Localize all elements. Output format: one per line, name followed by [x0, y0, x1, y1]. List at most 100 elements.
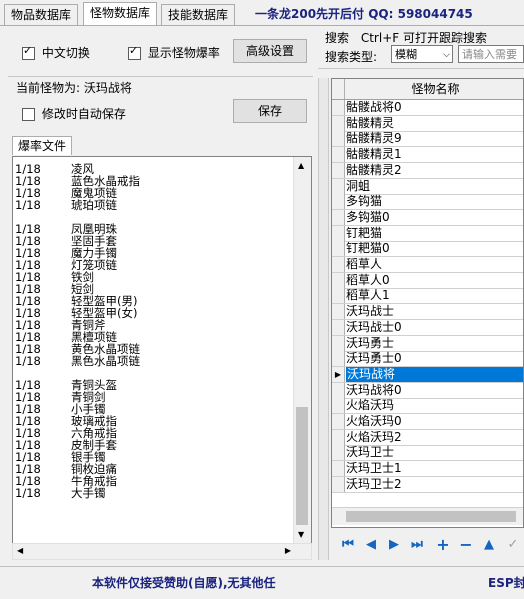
grid-scroll-thumb[interactable]: [346, 511, 516, 522]
scroll-up-icon[interactable]: ▲: [298, 161, 304, 170]
scroll-left-icon[interactable]: ◀: [17, 546, 23, 555]
drop-line: 1/18 黑色水晶项链: [13, 355, 311, 367]
drop-line: 1/18 灯笼项链: [13, 259, 311, 271]
monster-row[interactable]: 骷髅战将0: [332, 100, 523, 116]
monster-row[interactable]: 骷髅精灵2: [332, 162, 523, 179]
row-indicator: [332, 178, 345, 194]
divider: [8, 76, 313, 77]
drop-line: 1/18 短剑: [13, 283, 311, 295]
tab-monsters[interactable]: 怪物数据库: [83, 2, 158, 26]
monster-row[interactable]: 钉耙猫: [332, 225, 523, 242]
auto-save-checkbox[interactable]: 修改时自动保存: [22, 105, 126, 122]
monster-row[interactable]: 洞蛆: [332, 178, 523, 195]
row-indicator: [332, 225, 345, 241]
monster-name: 骷髅战将0: [346, 100, 402, 114]
grid-corner: [332, 79, 345, 99]
delete-icon[interactable]: −: [458, 537, 474, 553]
horizontal-scrollbar[interactable]: ◀ ▶: [12, 543, 312, 560]
drop-file-textarea[interactable]: 1/18 凌风 1/18 蓝色水晶戒指 1/18 魔鬼项链 1/18 琥珀项链 1/18 凤凰明…: [12, 156, 312, 544]
monster-row[interactable]: 稻草人: [332, 257, 523, 273]
splitter[interactable]: [318, 78, 329, 560]
row-indicator: [332, 100, 345, 115]
monster-name: 沃玛战士: [346, 304, 395, 319]
show-drops-checkbox[interactable]: 显示怪物爆率: [128, 44, 220, 61]
promo-text: 一条龙200先开后付 QQ: 598044745: [255, 7, 473, 21]
chinese-switch-label: 中文切换: [41, 46, 90, 60]
first-icon[interactable]: ⏮: [340, 537, 356, 553]
scroll-down-icon[interactable]: ▼: [298, 530, 304, 539]
monster-row[interactable]: 钉耙猫0: [332, 241, 523, 258]
monster-name: 稻草人: [346, 257, 383, 271]
monster-row[interactable]: 火焰沃玛: [332, 398, 523, 415]
monster-row[interactable]: 沃玛卫士: [332, 445, 523, 462]
row-indicator: [332, 115, 345, 131]
drop-rate: 1/18: [15, 486, 41, 500]
monster-row[interactable]: 火焰沃玛2: [332, 429, 523, 446]
row-indicator: [332, 131, 345, 147]
monster-row[interactable]: 多钩猫0: [332, 209, 523, 226]
row-indicator: ▶: [332, 366, 345, 382]
drop-file-tab[interactable]: 爆率文件: [12, 136, 73, 155]
row-indicator: [332, 335, 345, 351]
monster-name: 洞蛆: [346, 178, 371, 193]
monster-name: 骷髅精灵9: [346, 131, 402, 146]
drop-lines: 1/18 凌风 1/18 蓝色水晶戒指 1/18 魔鬼项链 1/18 琥珀项链 1/18 凤凰明…: [13, 157, 311, 499]
monster-row[interactable]: 沃玛战士0: [332, 319, 523, 336]
monster-row[interactable]: 稻草人1: [332, 288, 523, 305]
auto-save-label: 修改时自动保存: [41, 107, 126, 121]
monster-row[interactable]: 沃玛战士: [332, 304, 523, 321]
check-icon: [128, 44, 141, 60]
search-type-value: 模糊: [395, 48, 417, 61]
row-indicator: [332, 194, 345, 210]
drop-line: [13, 367, 311, 379]
row-indicator: [332, 461, 345, 477]
row-indicator: [332, 382, 345, 398]
save-button[interactable]: 保存: [233, 99, 307, 123]
monster-name: 沃玛战将: [346, 366, 523, 382]
monster-row[interactable]: 骷髅精灵1: [332, 147, 523, 164]
monster-row[interactable]: ▶ 沃玛战将: [332, 366, 523, 383]
monster-row[interactable]: 多钩猫: [332, 194, 523, 211]
drop-item: 琥珀项链: [71, 198, 117, 212]
monster-grid[interactable]: 怪物名称 骷髅战将0 骷髅精灵 骷髅精灵9 骷髅精灵1 骷髅精灵2 洞蛆 多钩猫 多钩猫0 钉耙…: [331, 78, 524, 528]
drop-scrollbar[interactable]: ▲ ▼: [293, 157, 311, 543]
drop-line: 1/18 轻型盔甲(男): [13, 295, 311, 307]
up-icon[interactable]: ▲: [481, 537, 497, 553]
tab-skills[interactable]: 技能数据库: [161, 4, 236, 25]
monster-name: 多钩猫: [346, 194, 383, 209]
grid-hscrollbar[interactable]: [332, 507, 523, 525]
chinese-switch-checkbox[interactable]: 中文切换: [22, 44, 90, 61]
confirm-icon[interactable]: ✓: [505, 537, 521, 553]
checkbox-box-icon: [22, 108, 35, 121]
tab-items[interactable]: 物品数据库: [4, 4, 79, 25]
row-indicator: [332, 445, 345, 461]
monster-row[interactable]: 稻草人0: [332, 272, 523, 289]
row-indicator: [332, 257, 345, 272]
monster-name: 火焰沃玛0: [346, 414, 402, 428]
search-input[interactable]: 请输入需要: [458, 45, 524, 63]
row-indicator: [332, 209, 345, 225]
monster-row[interactable]: 沃玛卫士2: [332, 476, 523, 493]
monster-row[interactable]: 火焰沃玛0: [332, 414, 523, 430]
add-icon[interactable]: +: [435, 537, 451, 553]
next-icon[interactable]: ▶: [386, 537, 402, 553]
last-icon[interactable]: ⏭: [409, 537, 425, 553]
monster-row[interactable]: 骷髅精灵9: [332, 131, 523, 148]
monster-name: 稻草人0: [346, 272, 390, 287]
prev-icon[interactable]: ◀: [363, 537, 379, 553]
monster-name: 沃玛勇士: [346, 335, 395, 350]
monster-row[interactable]: 沃玛战将0: [332, 382, 523, 399]
monster-row[interactable]: 沃玛卫士1: [332, 461, 523, 478]
advanced-settings-button[interactable]: 高级设置: [233, 39, 307, 63]
row-indicator: [332, 319, 345, 335]
scroll-thumb[interactable]: [296, 407, 308, 525]
monster-row[interactable]: 沃玛勇士0: [332, 351, 523, 368]
drop-line: 1/18 凤凰明珠: [13, 223, 311, 235]
search-hint-row: 搜索 Ctrl+F 可打开跟踪搜索: [325, 29, 487, 46]
scroll-right-icon[interactable]: ▶: [285, 546, 291, 555]
monster-row[interactable]: 沃玛勇士: [332, 335, 523, 352]
search-type-select[interactable]: 模糊 ⌵: [391, 45, 453, 63]
drop-line: 1/18 魔鬼项链: [13, 187, 311, 199]
row-indicator: [332, 288, 345, 304]
monster-row[interactable]: 骷髅精灵: [332, 115, 523, 132]
